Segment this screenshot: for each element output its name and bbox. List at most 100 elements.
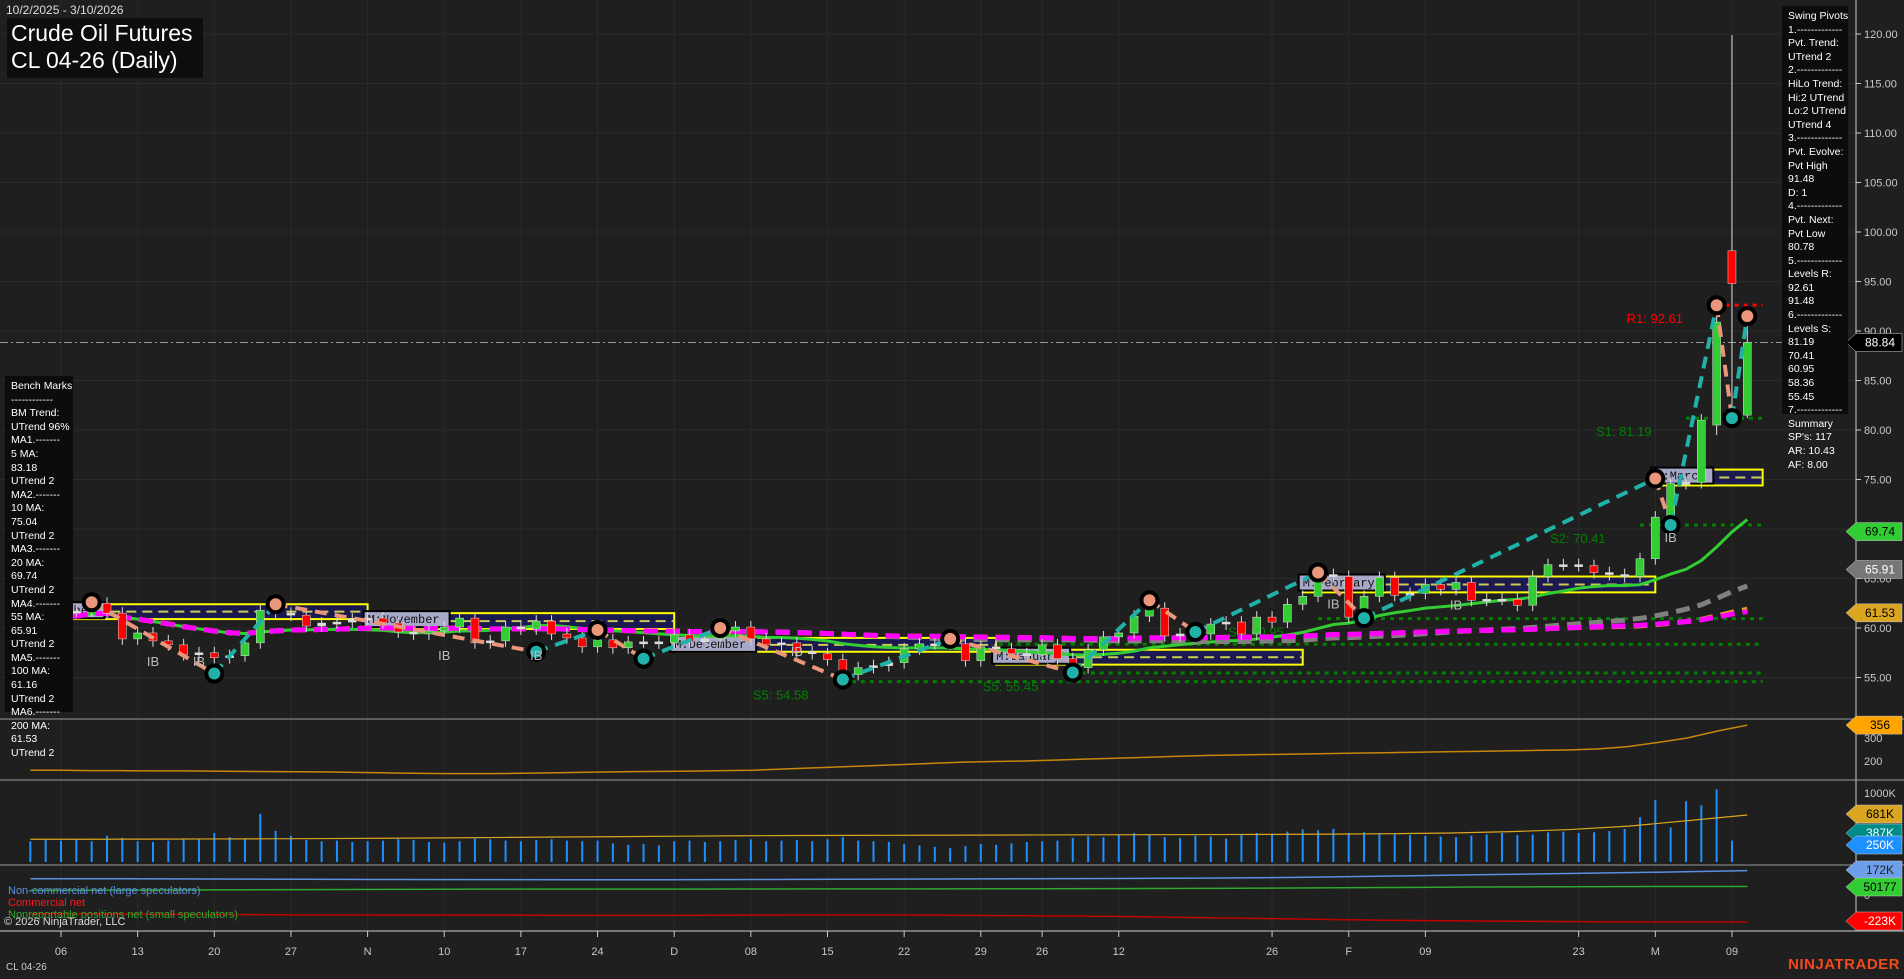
candle-body [731,626,740,632]
chart-title: Crude Oil Futures CL 04-26 (Daily) [7,18,203,78]
bench-line: 5 MA: [11,447,39,460]
x-tick-label: 26 [1036,946,1048,958]
x-tick-label: 26 [1266,946,1278,958]
pivot-line: Pvt. Next: [1788,213,1834,226]
candle-body [577,637,587,648]
bench-line: 69.74 [11,570,38,583]
candle-body [1589,565,1599,573]
x-tick-label: 27 [285,946,297,958]
x-tick-label: 13 [132,946,144,958]
pivot-line: 70.41 [1788,349,1815,362]
level-label: S1: 81.19 [1596,424,1652,439]
candle-body [455,617,464,628]
swing-high-marker [1645,468,1666,489]
pivot-line: 58.36 [1788,377,1815,390]
swing-line [1668,304,1719,526]
candle-body [210,652,219,658]
y-tick-label: 60.00 [1864,623,1892,635]
pivot-line: 92.61 [1788,281,1815,294]
pivot-line: D: 1 [1788,186,1808,199]
candle-body [1175,633,1185,637]
candle-body [1451,582,1461,590]
candle-body [777,642,786,646]
candle-body [317,622,326,627]
swing-high-marker [1308,562,1329,583]
bench-line: 200 MA: [11,719,51,732]
candle-body [501,626,510,642]
candle-body [761,638,771,646]
y-tick-label: 110.00 [1864,128,1897,140]
cot-nonreportable-line [30,885,1748,892]
swing-high-marker [940,628,961,649]
instrument-label: CL 04-26 [6,962,47,973]
bench-line: 61.53 [11,733,38,746]
x-tick-label: 09 [1726,946,1738,958]
indicator-tick-label: 200 [1864,756,1882,768]
swing-low-marker [1354,608,1375,629]
title-instrument: Crude Oil Futures [11,20,193,46]
candle-body [1543,564,1553,577]
candle-body [1344,576,1353,618]
pivot-line: Pvt High [1788,159,1828,172]
x-tick-label: 22 [898,946,910,958]
candle-body [823,653,832,660]
candle-body [332,621,342,625]
ma20-flag-label: 69.74 [1865,525,1895,539]
ib-marker: IB [1665,530,1677,545]
cot-noncommercial-line [30,869,1748,881]
pivot-line: Hi:2 UTrend [1788,91,1845,104]
swing-high-marker [1139,590,1160,611]
pivot-line: UTrend 2 [1788,50,1832,63]
candle-body [1681,482,1691,485]
candle-body [623,641,633,649]
bench-line: UTrend 96% [11,420,70,433]
pivot-line: 81.19 [1788,336,1815,349]
pivot-line: Swing Pivots [1788,10,1849,22]
bench-line: UTrend 2 [11,638,55,651]
bench-line: UTrend 2 [11,692,55,705]
candle-body [1635,558,1645,577]
pivot-line: Lo:2 UTrend [1788,105,1846,118]
candle-body [286,612,296,616]
pivot-line: Pvt Low [1788,227,1826,240]
x-tick-label: 10 [438,946,450,958]
x-tick-label: F [1345,946,1352,958]
volume-last-flag-label: 250K [1866,838,1894,852]
ib-marker: IB [438,648,450,663]
volume-average-line [30,814,1748,840]
candle-body [1022,653,1032,656]
swing-low-marker [1062,662,1083,683]
candle-body [976,646,986,661]
bench-marks-panel: Bench Marks ------------ BM Trend: UTrend 9… [5,376,73,759]
bench-line: BM Trend: [11,407,60,420]
bench-line: 55 MA: [11,611,45,624]
candle-body [1743,342,1752,416]
bench-line: 83.18 [11,461,38,474]
x-tick-label: 08 [745,946,757,958]
x-tick-label: 15 [821,946,833,958]
ninjatrader-logo: NINJATRADER [1788,956,1900,973]
bench-line: 61.16 [11,679,38,692]
x-tick-label: 29 [975,946,987,958]
pivot-line: AR: 10.43 [1788,445,1835,457]
grid [0,0,1856,931]
copyright: © 2026 NinjaTrader, LLC [4,916,126,928]
x-tick-label: 24 [591,946,603,958]
candle-body [516,626,526,630]
x-tick-label: N [364,946,372,958]
ib-marker: IB [530,648,542,663]
bench-line: UTrend 2 [11,583,55,596]
pivot-line: Levels R: [1788,268,1832,281]
x-tick-label: 06 [55,946,67,958]
candle-body [1528,576,1537,606]
swing-high-marker [710,618,731,638]
ib-marker: IB [193,654,205,669]
swing-low-marker [633,648,654,669]
candle-body [991,646,1001,650]
bench-line: UTrend 2 [11,475,55,488]
price-chart[interactable]: R1: 92.61S1: 81.19S2: 70.41S3: 60.95S5: … [0,0,1904,979]
y-tick-label: 80.00 [1864,425,1892,437]
candle-body [1620,574,1629,577]
ib-marker: IB [1327,596,1339,611]
ib-marker: IB [1450,597,1462,612]
